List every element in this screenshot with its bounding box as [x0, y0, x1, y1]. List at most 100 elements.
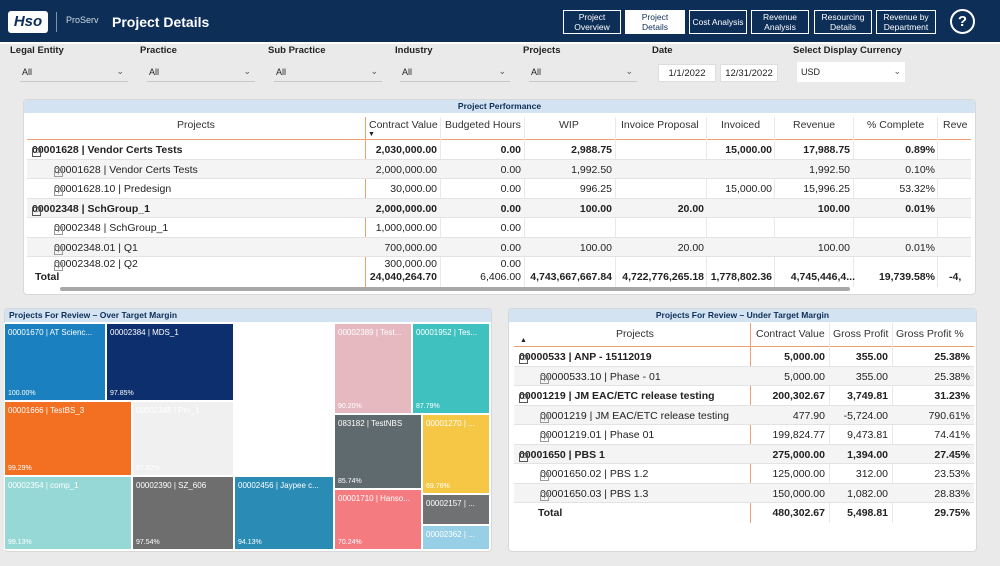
projects-dropdown[interactable]: All ⌄: [529, 62, 637, 82]
expand-icon[interactable]: +: [54, 245, 63, 255]
nav-project-overview[interactable]: Project Overview: [563, 10, 621, 34]
table-row[interactable]: +00002348.01 | Q1 700,000.00 0.00 100.00…: [27, 237, 971, 257]
legal-entity-dropdown[interactable]: All ⌄: [20, 62, 128, 82]
expand-icon[interactable]: +: [540, 472, 549, 481]
gross-profit-cell: 355.00: [855, 351, 888, 363]
col-contract-value[interactable]: Contract Value: [756, 328, 825, 340]
tile-label: 00002157 | ...: [426, 499, 475, 508]
collapse-icon[interactable]: −: [519, 355, 528, 364]
budgeted-hours-cell: 0.00: [500, 144, 521, 156]
col-gross-profit-percent[interactable]: Gross Profit %: [896, 328, 964, 340]
collapse-icon[interactable]: −: [519, 452, 528, 462]
expand-icon[interactable]: +: [540, 374, 549, 384]
project-name: 00001650 | PBS 1: [519, 448, 605, 461]
nav-revenue-by-department[interactable]: Revenue by Department: [876, 10, 936, 34]
col-projects[interactable]: Projects: [616, 328, 654, 340]
sub-practice-label: Sub Practice: [268, 45, 326, 56]
treemap-tile[interactable]: 00001270 | ... 69.76%: [422, 414, 490, 494]
col-gross-profit[interactable]: Gross Profit: [833, 328, 888, 340]
table-row[interactable]: +00000533.10 | Phase - 01 5,000.00 355.0…: [514, 366, 974, 386]
industry-dropdown[interactable]: All ⌄: [400, 62, 510, 82]
row-project-cell: +00001219.01 | Phase 01: [540, 429, 654, 442]
treemap-tile[interactable]: 00002389 | Test... 90.20%: [334, 323, 412, 414]
treemap-tile[interactable]: 00002362 | ...: [422, 525, 490, 550]
table-row[interactable]: −00001650 | PBS 1 275,000.00 1,394.00 27…: [514, 444, 974, 464]
treemap-tile[interactable]: 00002456 | Jaypee c... 94.13%: [234, 476, 334, 550]
table-row[interactable]: −00001628 | Vendor Certs Tests 2,030,000…: [27, 140, 971, 160]
expand-icon[interactable]: +: [54, 226, 63, 235]
col-contract-value[interactable]: Contract Value: [369, 119, 438, 131]
projects-value: All: [531, 67, 542, 77]
help-icon[interactable]: ?: [950, 9, 975, 34]
nav-project-details[interactable]: Project Details: [625, 10, 685, 34]
currency-dropdown[interactable]: USD ⌄: [797, 62, 905, 82]
date-from-input[interactable]: 1/1/2022: [658, 64, 716, 82]
treemap-tile[interactable]: 00002348 | Pro_1 97.82%: [132, 401, 234, 476]
col-reve[interactable]: Reve: [943, 119, 968, 131]
treemap-tile[interactable]: 00001670 | AT Scienc... 100.00%: [4, 323, 106, 401]
date-to-input[interactable]: 12/31/2022: [720, 64, 778, 82]
treemap-tile[interactable]: 00002390 | SZ_606 97.54%: [132, 476, 234, 550]
wip-cell: 100.00: [579, 202, 612, 215]
sort-asc-icon[interactable]: ▲: [520, 337, 527, 344]
treemap-tile[interactable]: 00002354 | comp_1 99.13%: [4, 476, 132, 550]
treemap-tile[interactable]: 083182 | TestNBS 85.74%: [334, 414, 422, 489]
currency-label: Select Display Currency: [793, 45, 902, 56]
total-contract-value: 480,302.67: [772, 507, 825, 519]
collapse-icon[interactable]: −: [32, 206, 41, 216]
tile-label: 00001710 | Hanso...: [338, 494, 410, 503]
nav-revenue-analysis[interactable]: Revenue Analysis: [751, 10, 809, 34]
expand-icon[interactable]: +: [540, 413, 549, 423]
col-invoiced[interactable]: Invoiced: [721, 119, 760, 131]
table-row[interactable]: +00001219 | JM EAC/ETC release testing 4…: [514, 405, 974, 425]
expand-icon[interactable]: +: [54, 187, 63, 196]
treemap-tile[interactable]: 00001666 | TestBS_3 99.29%: [4, 401, 132, 476]
sub-practice-dropdown[interactable]: All ⌄: [274, 62, 382, 82]
tile-percent: 99.29%: [8, 465, 32, 472]
expand-icon[interactable]: +: [540, 491, 549, 501]
col-revenue[interactable]: Revenue: [793, 119, 835, 131]
collapse-icon[interactable]: −: [32, 148, 41, 157]
nav-resourcing-details[interactable]: Resourcing Details: [814, 10, 872, 34]
horizontal-scrollbar[interactable]: [60, 287, 850, 291]
contract-value-cell: 150,000.00: [772, 487, 825, 500]
table-row[interactable]: +00001628.10 | Predesign 30,000.00 0.00 …: [27, 179, 971, 199]
budgeted-hours-cell: 0.00: [500, 163, 521, 176]
total-reve: -4,: [949, 271, 962, 283]
col-wip[interactable]: WIP: [559, 119, 579, 131]
sub-practice-value: All: [276, 67, 287, 77]
tile-label: 00001666 | TestBS_3: [8, 406, 85, 415]
treemap-tile[interactable]: 00002384 | MDS_1 97.85%: [106, 323, 234, 401]
wip-cell: 100.00: [579, 241, 612, 254]
treemap-tile[interactable]: 00001952 | Tes... 87.79%: [412, 323, 490, 414]
invoiced-cell: 15,000.00: [725, 144, 772, 156]
col-invoice-proposal[interactable]: Invoice Proposal: [621, 119, 699, 131]
contract-value-cell: 199,824.77: [772, 429, 825, 441]
treemap-tile[interactable]: 00001710 | Hanso... 70.24%: [334, 489, 422, 550]
expand-icon[interactable]: +: [540, 433, 549, 442]
tile-percent: 97.82%: [136, 465, 160, 472]
table-row[interactable]: +00001219.01 | Phase 01 199,824.77 9,473…: [514, 425, 974, 445]
col-projects[interactable]: Projects: [177, 119, 215, 131]
sort-desc-icon[interactable]: ▼: [368, 131, 375, 138]
table-row[interactable]: +00001650.02 | PBS 1.2 125,000.00 312.00…: [514, 464, 974, 484]
nav-cost-analysis[interactable]: Cost Analysis: [689, 10, 747, 34]
col-percent-complete[interactable]: % Complete: [867, 119, 924, 131]
col-budgeted-hours[interactable]: Budgeted Hours: [445, 119, 521, 131]
table-row[interactable]: +00001628 | Vendor Certs Tests 2,000,000…: [27, 159, 971, 179]
contract-value-cell: 275,000.00: [772, 448, 825, 461]
table-row[interactable]: +00002348 | SchGroup_1 1,000,000.00 0.00: [27, 218, 971, 238]
invoiced-cell: 15,000.00: [725, 183, 772, 195]
expand-icon[interactable]: +: [54, 167, 63, 177]
gross-profit-cell: 1,082.00: [847, 487, 888, 500]
table-row[interactable]: −00001219 | JM EAC/ETC release testing 2…: [514, 386, 974, 406]
table-row[interactable]: −00000533 | ANP - 15112019 5,000.00 355.…: [514, 347, 974, 367]
table-row[interactable]: +00001650.03 | PBS 1.3 150,000.00 1,082.…: [514, 483, 974, 503]
project-name: 00002348.01 | Q1: [54, 241, 138, 254]
treemap-tile[interactable]: 00002157 | ...: [422, 494, 490, 525]
table-row[interactable]: +00002348.02 | Q2 300,000.00 0.00: [27, 257, 971, 271]
collapse-icon[interactable]: −: [519, 394, 528, 403]
tile-percent: 69.76%: [426, 483, 450, 490]
table-row[interactable]: −00002348 | SchGroup_1 2,000,000.00 0.00…: [27, 198, 971, 218]
practice-dropdown[interactable]: All ⌄: [147, 62, 255, 82]
